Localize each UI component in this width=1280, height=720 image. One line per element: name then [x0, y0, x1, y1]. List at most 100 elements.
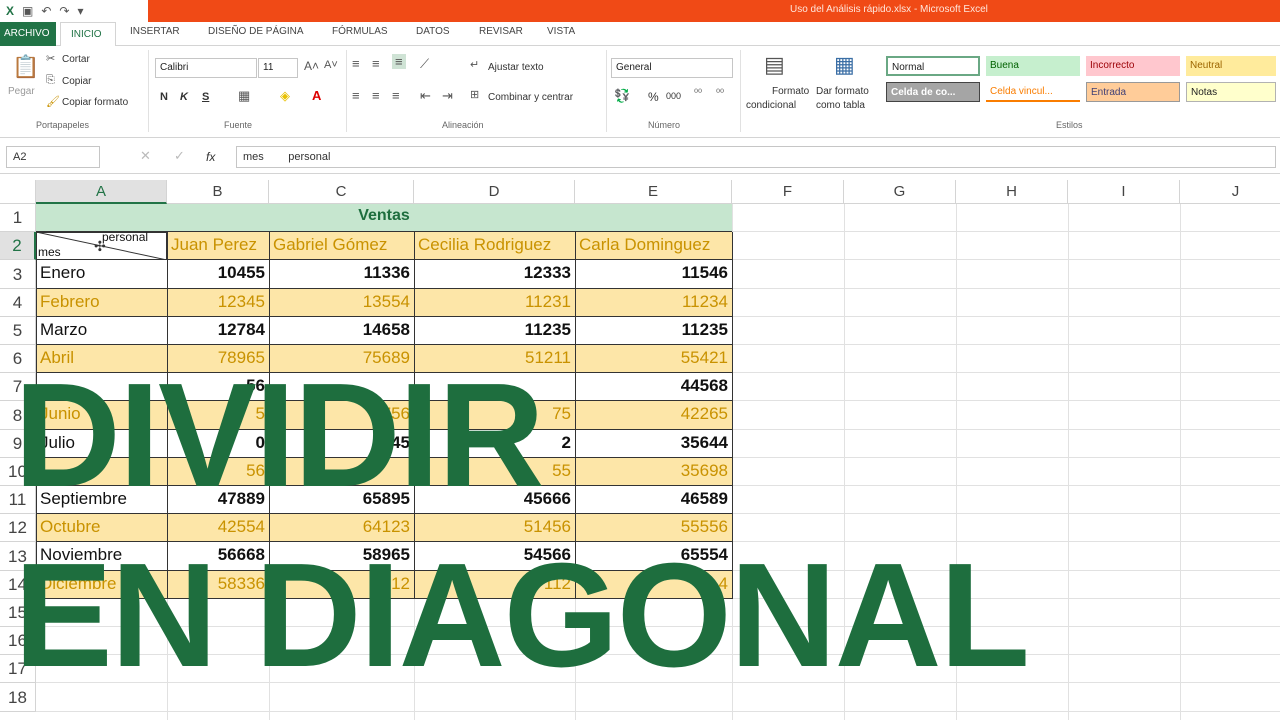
- month-cell[interactable]: Enero: [36, 260, 167, 289]
- value-cell[interactable]: 11235: [575, 317, 732, 345]
- month-cell[interactable]: Marzo: [36, 317, 167, 345]
- cut-button[interactable]: Cortar: [62, 54, 90, 65]
- value-cell[interactable]: 11231: [414, 289, 575, 317]
- align-bottom-icon[interactable]: ≡: [392, 54, 406, 69]
- value-cell[interactable]: 11336: [269, 260, 414, 289]
- tab-diseno-pagina[interactable]: DISEÑO DE PÁGINA: [208, 26, 304, 37]
- decrease-decimal-icon[interactable]: ⁰⁰: [716, 88, 724, 99]
- value-cell[interactable]: 12784: [167, 317, 269, 345]
- tab-datos[interactable]: DATOS: [416, 26, 450, 37]
- insert-function-button[interactable]: fx: [206, 150, 215, 164]
- column-header-i[interactable]: I: [1068, 180, 1180, 204]
- borders-icon[interactable]: ▦: [238, 88, 250, 104]
- column-header-e[interactable]: E: [575, 180, 732, 204]
- redo-icon[interactable]: ↷: [59, 4, 69, 18]
- format-as-table-label-2[interactable]: como tabla: [816, 100, 865, 111]
- style-celda-vinculada[interactable]: Celda vincul...: [986, 82, 1080, 102]
- align-middle-icon[interactable]: ≡: [372, 56, 380, 71]
- row-header-2[interactable]: 2: [0, 232, 36, 260]
- tab-inicio[interactable]: INICIO: [60, 22, 116, 47]
- value-cell[interactable]: 42265: [575, 401, 732, 430]
- style-incorrecto[interactable]: Incorrecto: [1086, 56, 1180, 76]
- format-as-table-label-1[interactable]: Dar formato: [816, 86, 869, 97]
- increase-indent-icon[interactable]: ⇥: [442, 88, 453, 104]
- paste-icon[interactable]: 📋: [12, 54, 39, 80]
- copy-button[interactable]: Copiar: [62, 76, 91, 87]
- formula-input[interactable]: mes personal: [236, 146, 1276, 168]
- merge-center-button[interactable]: Combinar y centrar: [488, 92, 573, 103]
- value-cell[interactable]: 11234: [575, 289, 732, 317]
- decrease-indent-icon[interactable]: ⇤: [420, 88, 431, 104]
- grow-font-icon[interactable]: A˄: [304, 59, 319, 73]
- increase-decimal-icon[interactable]: ⁰⁰: [694, 88, 702, 99]
- value-cell[interactable]: 13554: [269, 289, 414, 317]
- value-cell[interactable]: 14658: [269, 317, 414, 345]
- header-cell[interactable]: Juan Perez: [167, 232, 269, 260]
- undo-icon[interactable]: ↶: [41, 4, 51, 18]
- column-header-f[interactable]: F: [732, 180, 844, 204]
- value-cell[interactable]: 10455: [167, 260, 269, 289]
- value-cell[interactable]: 46589: [575, 486, 732, 514]
- percent-button[interactable]: %: [648, 90, 659, 104]
- tab-revisar[interactable]: REVISAR: [479, 26, 523, 37]
- wrap-text-button[interactable]: Ajustar texto: [488, 62, 544, 73]
- cancel-icon[interactable]: ✕: [140, 148, 151, 164]
- align-center-icon[interactable]: ≡: [372, 88, 380, 103]
- value-cell[interactable]: 55421: [575, 345, 732, 373]
- tab-formulas[interactable]: FÓRMULAS: [332, 26, 388, 37]
- select-all-corner[interactable]: [0, 180, 36, 204]
- number-format-select[interactable]: General: [611, 58, 733, 78]
- tab-vista[interactable]: VISTA: [547, 26, 575, 37]
- column-header-a[interactable]: A: [36, 180, 167, 204]
- column-header-g[interactable]: G: [844, 180, 956, 204]
- column-header-c[interactable]: C: [269, 180, 414, 204]
- font-name-select[interactable]: Calibri: [155, 58, 257, 78]
- row-header-5[interactable]: 5: [0, 317, 36, 345]
- italic-button[interactable]: K: [180, 91, 188, 103]
- align-left-icon[interactable]: ≡: [352, 88, 360, 103]
- save-icon[interactable]: ▣: [22, 4, 33, 18]
- conditional-format-label-2[interactable]: condicional: [746, 100, 796, 111]
- qat-customize-icon[interactable]: ▾: [77, 4, 83, 18]
- name-box[interactable]: A2: [6, 146, 100, 168]
- style-buena[interactable]: Buena: [986, 56, 1080, 76]
- tab-archivo[interactable]: ARCHIVO: [0, 22, 56, 46]
- style-notas[interactable]: Notas: [1186, 82, 1276, 102]
- format-painter-button[interactable]: Copiar formato: [62, 97, 128, 108]
- align-top-icon[interactable]: ≡: [352, 56, 360, 71]
- row-header-1[interactable]: 1: [0, 204, 36, 232]
- table-title-cell[interactable]: Ventas: [36, 204, 732, 232]
- value-cell[interactable]: 44568: [575, 373, 732, 401]
- thousands-button[interactable]: 000: [666, 91, 681, 101]
- style-neutral[interactable]: Neutral: [1186, 56, 1276, 76]
- value-cell[interactable]: 35644: [575, 430, 732, 458]
- align-right-icon[interactable]: ≡: [392, 88, 400, 103]
- value-cell[interactable]: 12345: [167, 289, 269, 317]
- column-header-b[interactable]: B: [167, 180, 269, 204]
- font-color-icon[interactable]: A: [312, 88, 321, 103]
- style-normal[interactable]: Normal: [886, 56, 980, 76]
- currency-icon[interactable]: 💱: [614, 88, 630, 104]
- conditional-format-label-1[interactable]: Formato: [772, 86, 809, 97]
- value-cell[interactable]: 35698: [575, 458, 732, 486]
- value-cell[interactable]: 11235: [414, 317, 575, 345]
- column-header-h[interactable]: H: [956, 180, 1068, 204]
- style-entrada[interactable]: Entrada: [1086, 82, 1180, 102]
- enter-icon[interactable]: ✓: [174, 148, 185, 164]
- orientation-icon[interactable]: ⟋: [420, 56, 429, 72]
- font-size-select[interactable]: 11: [258, 58, 298, 78]
- month-cell[interactable]: Febrero: [36, 289, 167, 317]
- excel-icon[interactable]: X: [6, 4, 14, 18]
- column-header-d[interactable]: D: [414, 180, 575, 204]
- value-cell[interactable]: 12333: [414, 260, 575, 289]
- tab-insertar[interactable]: INSERTAR: [130, 26, 180, 37]
- header-cell[interactable]: Gabriel Gómez: [269, 232, 414, 260]
- bold-button[interactable]: N: [160, 91, 168, 103]
- header-cell[interactable]: Cecilia Rodriguez: [414, 232, 575, 260]
- style-celda-comprobacion[interactable]: Celda de co...: [886, 82, 980, 102]
- shrink-font-icon[interactable]: A˅: [324, 59, 338, 71]
- column-header-j[interactable]: J: [1180, 180, 1280, 204]
- paste-button[interactable]: Pegar: [8, 86, 35, 97]
- underline-button[interactable]: S: [202, 91, 209, 103]
- header-cell[interactable]: Carla Dominguez: [575, 232, 732, 260]
